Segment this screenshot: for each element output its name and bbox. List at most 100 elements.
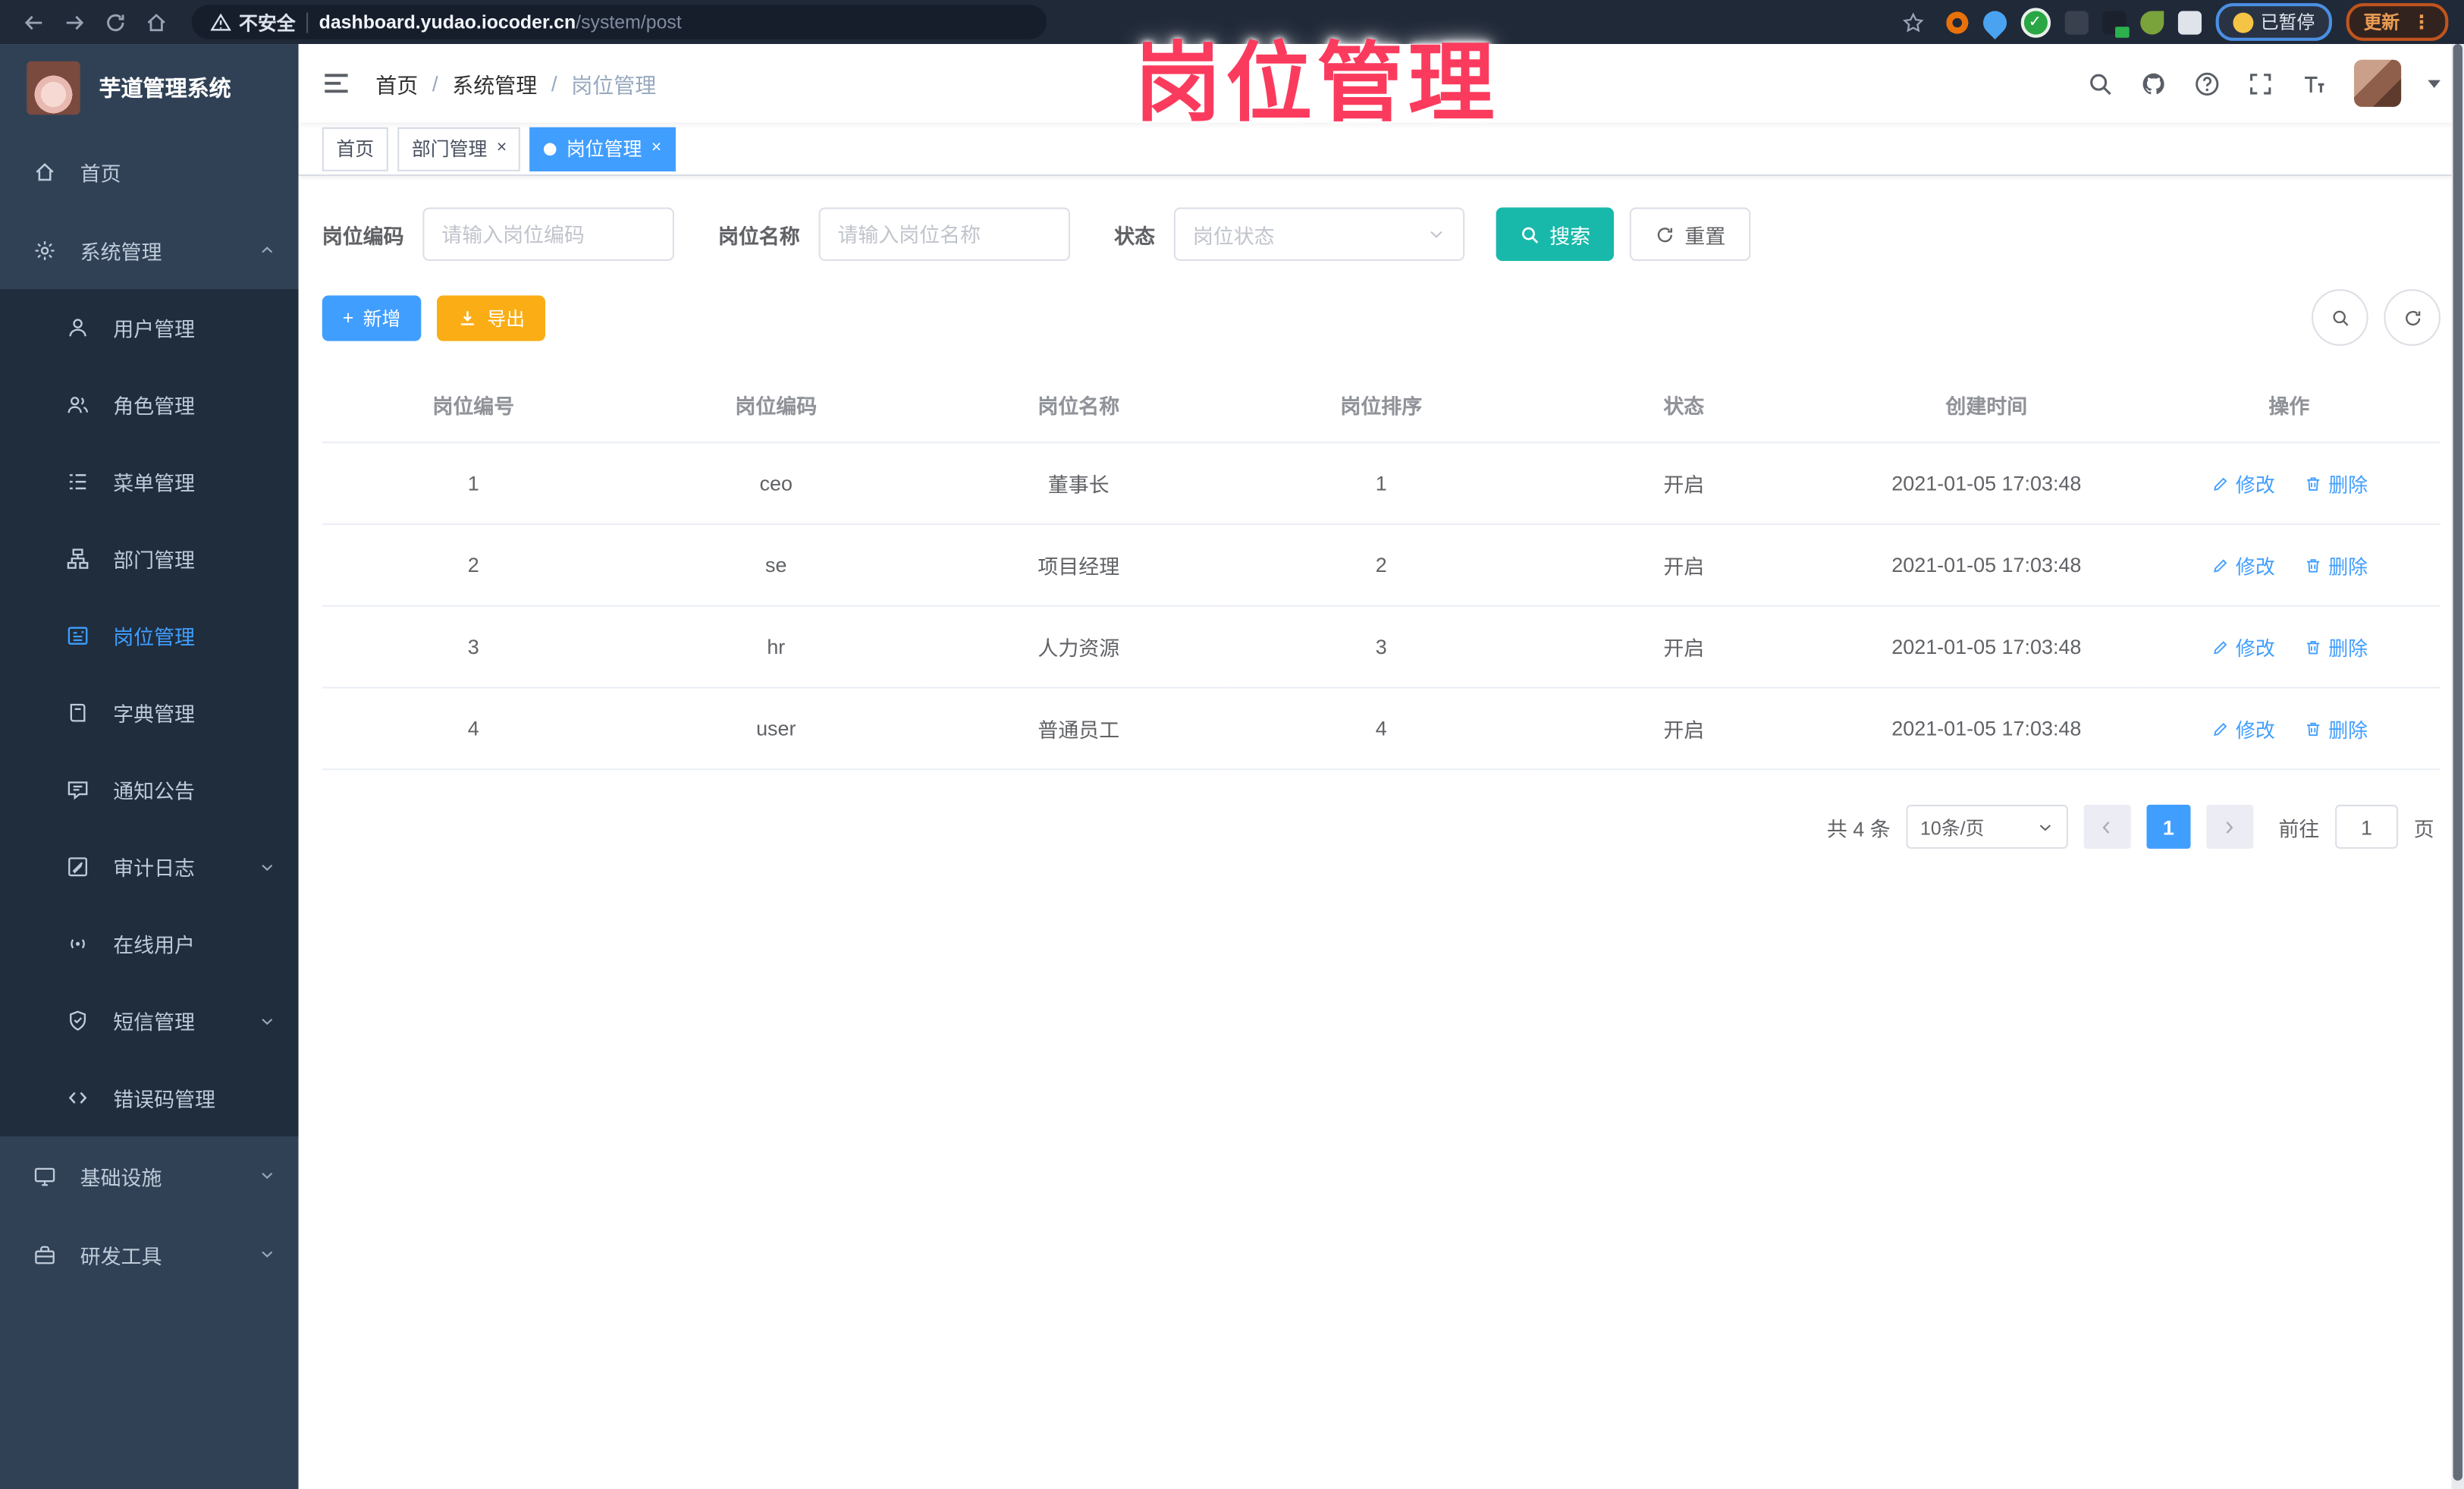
sidebar-item-dictionary[interactable]: 字典管理 xyxy=(0,674,299,752)
edit-link[interactable]: 修改 xyxy=(2211,632,2275,661)
sidebar-item-audit-log[interactable]: 审计日志 xyxy=(0,828,299,906)
bookmark-star-icon[interactable] xyxy=(1896,5,1931,39)
overlay-page-title: 岗位管理 xyxy=(1135,34,1499,133)
delete-link[interactable]: 删除 xyxy=(2303,550,2368,580)
toggle-search-button[interactable] xyxy=(2312,289,2368,346)
search-icon xyxy=(2332,309,2348,325)
extensions-puzzle-icon[interactable] xyxy=(2177,10,2201,34)
edit-link[interactable]: 修改 xyxy=(2211,550,2275,580)
reload-icon[interactable] xyxy=(97,5,132,39)
edit-link[interactable]: 修改 xyxy=(2211,714,2275,743)
extension-blue-pin-icon[interactable] xyxy=(1977,5,2011,39)
cell-no: 3 xyxy=(322,605,625,689)
sidebar-item-dev-tools[interactable]: 研发工具 xyxy=(0,1215,299,1294)
scrollbar-thumb[interactable] xyxy=(2453,44,2462,1481)
goto-page-input[interactable] xyxy=(2335,804,2398,849)
home-icon[interactable] xyxy=(138,5,173,39)
page-size-select[interactable]: 10条/页 xyxy=(1906,804,2068,849)
breadcrumb-home[interactable]: 首页 xyxy=(375,68,418,99)
cell-sort: 2 xyxy=(1229,524,1533,607)
sidebar-item-error-codes[interactable]: 错误码管理 xyxy=(0,1059,299,1137)
tag-posts[interactable]: 岗位管理 × xyxy=(530,126,676,171)
sidebar-item-users[interactable]: 用户管理 xyxy=(0,289,299,366)
close-icon[interactable]: × xyxy=(497,139,507,157)
tag-departments[interactable]: 部门管理 × xyxy=(397,126,521,171)
refresh-table-button[interactable] xyxy=(2384,289,2440,346)
col-post-no: 岗位编号 xyxy=(322,367,625,444)
browser-menu-icon[interactable]: ⋮ xyxy=(2412,11,2431,33)
users-icon xyxy=(67,397,89,413)
sidebar-item-online-users[interactable]: 在线用户 xyxy=(0,905,299,983)
extension-orange-ring-icon[interactable] xyxy=(1945,10,1969,34)
reset-button[interactable]: 重置 xyxy=(1629,207,1751,261)
sidebar-item-posts[interactable]: 岗位管理 xyxy=(0,597,299,674)
toolbox-icon xyxy=(35,1245,55,1264)
sidebar-item-departments[interactable]: 部门管理 xyxy=(0,520,299,598)
extension-green-leaf-icon[interactable] xyxy=(2139,10,2164,34)
download-icon xyxy=(461,310,474,325)
breadcrumb-current: 岗位管理 xyxy=(571,74,657,98)
sidebar-item-label: 菜单管理 xyxy=(113,471,195,495)
delete-link[interactable]: 删除 xyxy=(2303,632,2368,661)
breadcrumb-system[interactable]: 系统管理 xyxy=(452,68,537,99)
sidebar-item-sms[interactable]: 短信管理 xyxy=(0,982,299,1060)
cell-name: 董事长 xyxy=(927,442,1230,526)
trash-icon xyxy=(2306,721,2319,736)
next-page-button[interactable] xyxy=(2206,804,2254,849)
avatar[interactable] xyxy=(2354,59,2402,107)
url-text[interactable]: dashboard.yudao.iocoder.cn/system/post xyxy=(319,11,682,33)
sidebar-item-home[interactable]: 首页 xyxy=(0,132,299,211)
app-logo-row[interactable]: 芋道管理系统 xyxy=(0,44,299,132)
forward-icon[interactable] xyxy=(57,5,92,39)
sidebar-item-system[interactable]: 系统管理 xyxy=(0,211,299,290)
edit-link[interactable]: 修改 xyxy=(2211,468,2275,498)
sidebar-item-infrastructure[interactable]: 基础设施 xyxy=(0,1136,299,1215)
tag-label: 岗位管理 xyxy=(566,138,642,161)
announcement-icon xyxy=(67,781,88,800)
tag-label: 首页 xyxy=(336,138,375,161)
close-icon[interactable]: × xyxy=(651,139,661,157)
page-size-value: 10条/页 xyxy=(1920,816,1985,839)
status-select[interactable]: 岗位状态 xyxy=(1173,207,1465,261)
col-post-code: 岗位编码 xyxy=(624,367,928,444)
update-button[interactable]: 更新 ⋮ xyxy=(2346,3,2449,41)
font-size-icon[interactable] xyxy=(2301,70,2327,96)
breadcrumb: 首页 / 系统管理 / 岗位管理 xyxy=(375,68,656,99)
paused-extension-pill[interactable]: 已暂停 xyxy=(2214,3,2332,41)
sidebar-item-label: 研发工具 xyxy=(80,1244,162,1268)
book-icon xyxy=(70,703,86,722)
sidebar-item-notices[interactable]: 通知公告 xyxy=(0,751,299,828)
page-number[interactable]: 1 xyxy=(2146,804,2191,849)
github-icon[interactable] xyxy=(2140,70,2167,96)
address-bar[interactable]: 不安全 dashboard.yudao.iocoder.cn/system/po… xyxy=(191,5,1047,39)
export-button[interactable]: 导出 xyxy=(437,294,546,341)
delete-link[interactable]: 删除 xyxy=(2303,714,2368,743)
post-name-input[interactable] xyxy=(818,207,1071,261)
app-logo xyxy=(27,61,80,115)
security-warning[interactable]: 不安全 xyxy=(210,8,296,35)
back-icon[interactable] xyxy=(16,5,51,39)
prev-page-button[interactable] xyxy=(2083,804,2131,849)
sidebar-item-roles[interactable]: 角色管理 xyxy=(0,366,299,444)
help-icon[interactable] xyxy=(2194,70,2221,96)
status-placeholder: 岗位状态 xyxy=(1192,224,1275,248)
search-icon[interactable] xyxy=(2087,70,2114,96)
post-code-input[interactable] xyxy=(422,207,674,261)
extension-gray-sliders-icon[interactable] xyxy=(2064,10,2088,34)
tag-home[interactable]: 首页 xyxy=(322,126,388,171)
add-button[interactable]: + 新增 xyxy=(322,294,422,341)
chevron-down-icon xyxy=(262,863,273,871)
url-divider xyxy=(306,11,309,33)
extension-terminal-icon[interactable] xyxy=(2101,10,2129,37)
table-row: 1 ceo 董事长 1 开启 2021-01-05 17:03:48 修改 删除 xyxy=(322,442,2440,526)
delete-link[interactable]: 删除 xyxy=(2303,468,2368,498)
fullscreen-icon[interactable] xyxy=(2247,70,2274,96)
sidebar-item-menus[interactable]: 菜单管理 xyxy=(0,443,299,520)
hamburger-icon[interactable] xyxy=(322,69,350,97)
sidebar-item-label: 错误码管理 xyxy=(113,1087,215,1111)
extension-green-check-icon[interactable]: ✓ xyxy=(2020,7,2051,37)
caret-down-icon[interactable] xyxy=(2428,79,2440,88)
cell-actions: 修改 删除 xyxy=(2137,524,2440,607)
window-scrollbar[interactable] xyxy=(2451,44,2464,1489)
search-button[interactable]: 搜索 xyxy=(1496,207,1615,261)
